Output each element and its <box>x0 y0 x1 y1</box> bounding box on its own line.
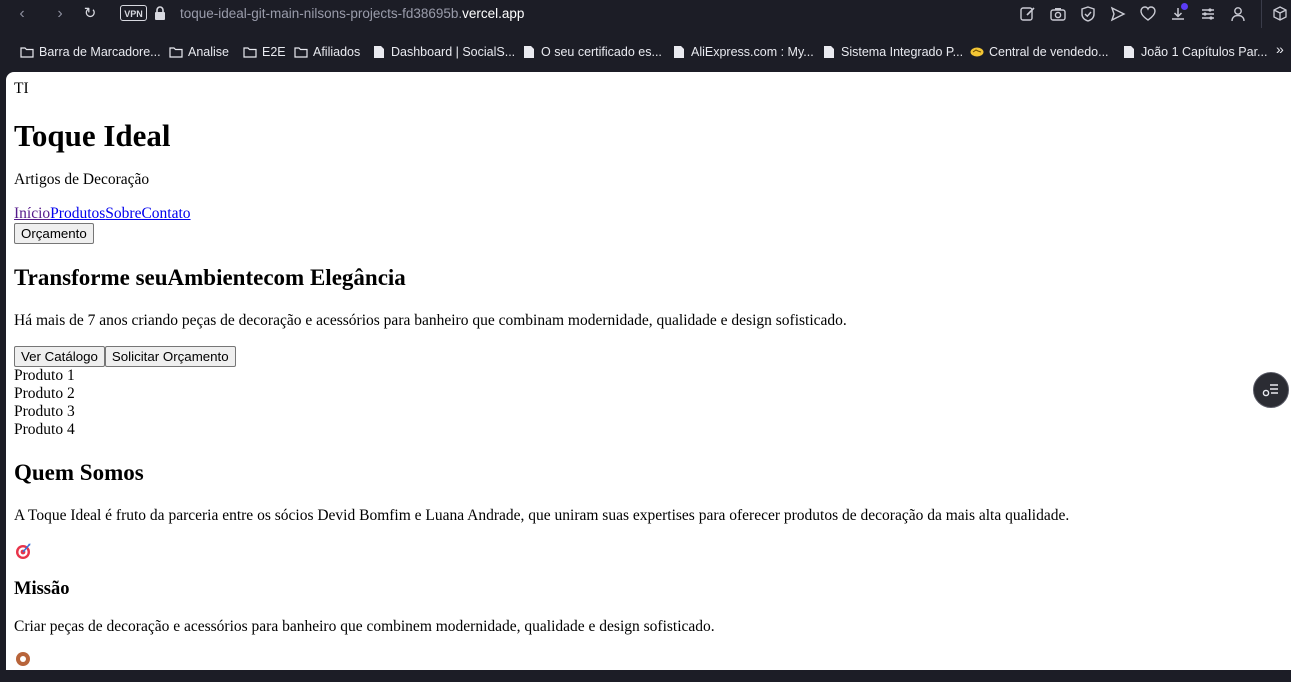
page-icon <box>1124 46 1134 58</box>
send-icon[interactable] <box>1109 5 1127 23</box>
mission-title: Missão <box>14 579 70 599</box>
taskbar-edge <box>0 670 1291 682</box>
settings-sliders-icon[interactable] <box>1199 5 1217 23</box>
brand-subtitle: Artigos de Decoração <box>14 171 150 188</box>
bookmark-item[interactable]: AliExpress.com : My... <box>672 43 814 61</box>
target-icon <box>14 542 32 560</box>
bookmark-label: João 1 Capítulos Par... <box>1141 45 1268 59</box>
back-icon[interactable]: ‹ <box>12 4 32 24</box>
bookmark-item[interactable]: Analise <box>169 43 229 61</box>
bookmark-label: Afiliados <box>313 45 361 59</box>
bookmarks-bar: Barra de Marcadore... Analise E2E Afilia… <box>0 34 1291 68</box>
bookmark-item[interactable]: Central de vendedo... <box>970 43 1109 61</box>
products-list: Produto 1 Produto 2 Produto 3 Produto 4 <box>14 367 1274 439</box>
nav-link-produtos[interactable]: Produtos <box>50 205 105 222</box>
toolbar-separator <box>1261 0 1262 28</box>
page-icon <box>674 46 684 58</box>
reading-list-float-button[interactable] <box>1253 372 1289 408</box>
quote-button[interactable]: Orçamento <box>14 223 94 244</box>
vpn-badge[interactable]: VPN <box>120 5 147 21</box>
nav-link-sobre[interactable]: Sobre <box>105 205 141 222</box>
page-icon <box>374 46 384 58</box>
lock-icon[interactable] <box>154 6 166 20</box>
url-path: toque-ideal-git-main-nilsons-projects-fd… <box>180 6 463 21</box>
browser-toolbar: ‹ › ↻ VPN toque-ideal-git-main-nilsons-p… <box>0 0 1291 28</box>
hero-text: Há mais de 7 anos criando peças de decor… <box>14 312 847 329</box>
profile-icon[interactable] <box>1229 5 1247 23</box>
product-item: Produto 3 <box>14 403 75 420</box>
request-quote-button[interactable]: Solicitar Orçamento <box>104 346 236 367</box>
main-nav: InícioProdutosSobreContato <box>14 205 1274 223</box>
page-icon <box>524 46 534 58</box>
hero-buttons: Ver Catálogo Solicitar Orçamento <box>14 346 1274 367</box>
list-icon <box>1262 384 1278 397</box>
bookmark-label: Dashboard | SocialS... <box>391 45 516 59</box>
bookmark-label: Central de vendedo... <box>989 45 1109 59</box>
reload-icon[interactable]: ↻ <box>80 4 100 24</box>
edit-icon[interactable] <box>1019 5 1037 23</box>
page-body: TI Toque Ideal Artigos de Decoração Iníc… <box>14 80 1274 668</box>
folder-icon <box>169 47 183 58</box>
product-item: Produto 4 <box>14 421 75 438</box>
heart-icon[interactable] <box>1139 5 1157 23</box>
bookmark-item[interactable]: Barra de Marcadore... <box>20 43 161 61</box>
product-item: Produto 2 <box>14 385 75 402</box>
page-viewport: TI Toque Ideal Artigos de Decoração Iníc… <box>6 72 1291 670</box>
nav-link-inicio[interactable]: Início <box>14 205 50 222</box>
bookmark-label: AliExpress.com : My... <box>691 45 814 59</box>
folder-icon <box>20 47 34 58</box>
brand-title: Toque Ideal <box>14 118 171 153</box>
shield-icon[interactable] <box>1079 5 1097 23</box>
url-domain: vercel.app <box>462 6 525 21</box>
view-catalog-button[interactable]: Ver Catálogo <box>14 346 105 367</box>
extensions-cube-icon[interactable] <box>1271 5 1289 23</box>
nav-link-contato[interactable]: Contato <box>141 205 190 222</box>
mission-text: Criar peças de decoração e acessórios pa… <box>14 618 715 635</box>
camera-icon[interactable] <box>1049 5 1067 23</box>
bookmark-item[interactable]: O seu certificado es... <box>522 43 662 61</box>
handshake-icon <box>970 47 984 57</box>
page-icon <box>824 46 834 58</box>
bookmark-item[interactable]: Dashboard | SocialS... <box>372 43 515 61</box>
address-bar[interactable]: toque-ideal-git-main-nilsons-projects-fd… <box>180 5 524 22</box>
folder-icon <box>243 47 257 58</box>
logo: TI <box>14 80 29 97</box>
bookmark-label: Sistema Integrado P... <box>841 45 964 59</box>
folder-icon <box>294 47 308 58</box>
product-item: Produto 1 <box>14 367 75 384</box>
vision-icon <box>14 650 32 668</box>
bookmark-label: Barra de Marcadore... <box>39 45 161 59</box>
bookmark-item[interactable]: E2E <box>243 43 286 61</box>
bookmark-label: O seu certificado es... <box>541 45 662 59</box>
about-text: A Toque Ideal é fruto da parceria entre … <box>14 507 1070 524</box>
bookmark-item[interactable]: João 1 Capítulos Par... <box>1122 43 1267 61</box>
about-title: Quem Somos <box>14 460 144 485</box>
bookmark-label: E2E <box>262 45 286 59</box>
bookmarks-more-chevron[interactable]: » <box>1276 41 1284 57</box>
bookmark-item[interactable]: Afiliados <box>294 43 360 61</box>
forward-icon[interactable]: › <box>50 4 70 24</box>
bookmark-item[interactable]: Sistema Integrado P... <box>822 43 963 61</box>
download-indicator <box>1181 3 1188 10</box>
bookmark-label: Analise <box>188 45 229 59</box>
hero-title: Transforme seuAmbientecom Elegância <box>14 265 406 290</box>
